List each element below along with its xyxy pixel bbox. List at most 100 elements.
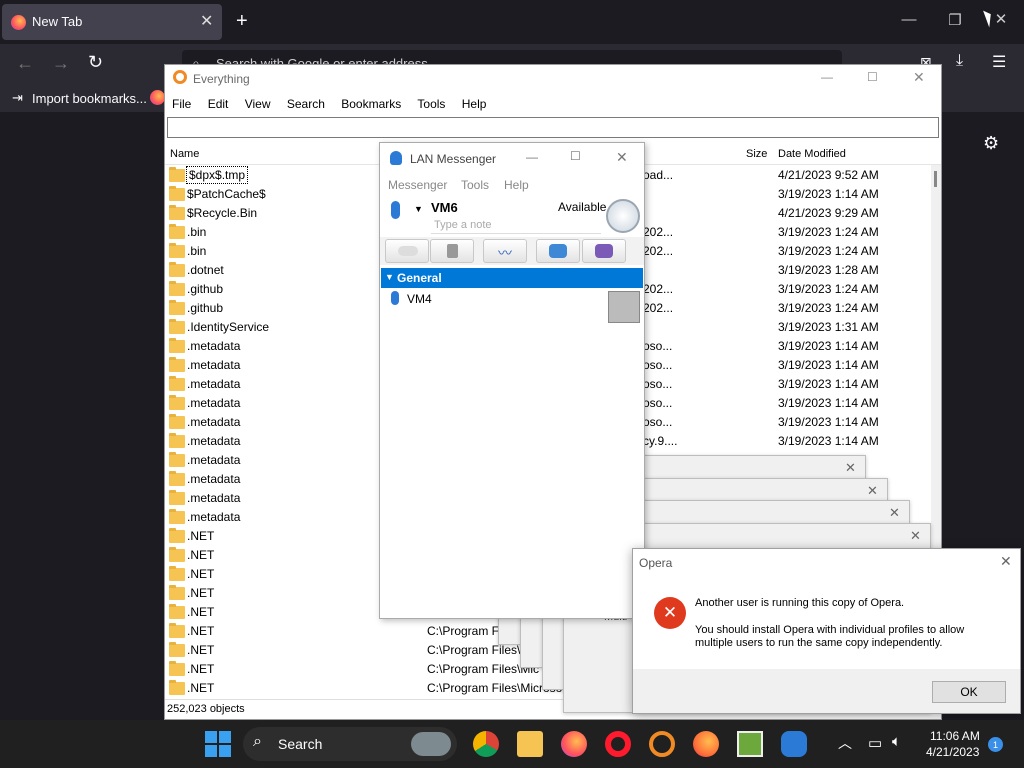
gear-icon[interactable]: ⚙ — [983, 133, 999, 154]
note-input[interactable]: Type a note — [431, 219, 601, 234]
file-name: .metadata — [187, 396, 241, 410]
expand-arrow-icon[interactable]: ▼ — [385, 272, 394, 282]
file-path: 202... — [643, 225, 674, 239]
maximize-icon[interactable]: ☐ — [867, 70, 878, 84]
group-button[interactable] — [582, 239, 626, 263]
file-path: oad... — [643, 168, 674, 182]
taskbar-search[interactable]: ⌕ Search — [243, 727, 457, 761]
download-icon[interactable]: ⤓ — [956, 52, 963, 70]
chart-app-icon[interactable] — [737, 731, 763, 757]
firefox-bookmark-icon[interactable] — [150, 90, 165, 105]
folder-icon — [169, 376, 185, 391]
folder-icon — [169, 604, 185, 619]
contact-vm4[interactable]: VM4 — [381, 289, 643, 323]
close-icon[interactable]: ✕ — [616, 149, 628, 166]
folder-icon — [169, 319, 185, 334]
close-icon[interactable]: ✕ — [889, 505, 900, 521]
network-icon[interactable]: ▭ — [868, 734, 882, 752]
file-name: .metadata — [187, 472, 241, 486]
close-icon[interactable]: ✕ — [1000, 553, 1012, 570]
close-icon[interactable]: ✕ — [910, 528, 921, 544]
status-dropdown-icon[interactable]: ▼ — [414, 204, 423, 214]
menu-edit[interactable]: Edit — [208, 97, 229, 111]
column-name[interactable]: Name — [170, 148, 199, 160]
object-count: 252,023 objects — [167, 703, 245, 715]
menu-hamburger-icon[interactable]: ☰ — [992, 52, 1006, 72]
forward-arrow-icon[interactable]: → — [52, 53, 70, 74]
close-icon[interactable]: ✕ — [867, 483, 878, 499]
file-name: .metadata — [187, 510, 241, 524]
menu-view[interactable]: View — [245, 97, 271, 111]
clock-date[interactable]: 4/21/2023 — [926, 745, 979, 759]
column-date-modified[interactable]: Date Modified — [778, 148, 846, 160]
maximize-browser-icon[interactable]: ❐ — [932, 11, 978, 29]
close-icon[interactable]: ✕ — [913, 69, 925, 86]
firefox-icon[interactable] — [561, 731, 587, 757]
broadcast-icon: 〰 — [498, 245, 512, 261]
opera-icon[interactable] — [605, 731, 631, 757]
lan-title: LAN Messenger — [410, 152, 497, 166]
tab-title: New Tab — [32, 14, 83, 29]
volume-icon[interactable]: 🔈︎ — [892, 733, 901, 750]
file-name: .bin — [187, 225, 207, 239]
everything-search-input[interactable] — [167, 117, 939, 138]
close-icon[interactable]: ✕ — [845, 460, 856, 476]
menu-help[interactable]: Help — [462, 97, 487, 111]
menu-tools[interactable]: Tools — [461, 178, 489, 192]
clock-time[interactable]: 11:06 AM — [930, 729, 980, 743]
import-bookmarks-link[interactable]: Import bookmarks... — [32, 91, 147, 106]
file-path: C:\Program F — [427, 624, 500, 638]
tab-close-icon[interactable]: ✕ — [200, 11, 213, 31]
chevron-up-icon[interactable]: ︿ — [838, 733, 852, 753]
minimize-icon[interactable]: — — [821, 70, 833, 84]
availability-status[interactable]: Available — [558, 200, 606, 214]
reload-icon[interactable]: ↻ — [88, 52, 103, 73]
file-date: 3/19/2023 1:14 AM — [778, 434, 879, 448]
menu-tools[interactable]: Tools — [417, 97, 445, 111]
add-user-button[interactable] — [536, 239, 580, 263]
chrome-icon[interactable] — [473, 731, 499, 757]
menu-search[interactable]: Search — [287, 97, 325, 111]
scrollbar-thumb[interactable] — [934, 171, 937, 187]
file-path: oso... — [643, 358, 673, 372]
group-general[interactable]: ▼ General — [381, 268, 643, 288]
file-date: 3/19/2023 1:24 AM — [778, 244, 879, 258]
everything-icon[interactable] — [649, 731, 675, 757]
avatar[interactable] — [606, 199, 640, 233]
file-explorer-icon[interactable] — [517, 731, 543, 757]
firefox-icon[interactable] — [693, 731, 719, 757]
back-arrow-icon[interactable]: ← — [16, 53, 34, 74]
menu-messenger[interactable]: Messenger — [388, 178, 447, 192]
column-size[interactable]: Size — [746, 148, 767, 160]
broadcast-button[interactable]: 〰 — [483, 239, 527, 263]
file-name: .dotnet — [187, 263, 224, 277]
file-name: .metadata — [187, 358, 241, 372]
menu-file[interactable]: File — [172, 97, 191, 111]
minimize-browser-icon[interactable]: — — [886, 11, 932, 28]
folder-icon — [169, 433, 185, 448]
menu-bookmarks[interactable]: Bookmarks — [341, 97, 401, 111]
everything-titlebar: Everything — ☐ ✕ — [165, 65, 941, 93]
tab-new-tab[interactable]: New Tab ✕ — [2, 4, 222, 40]
maximize-icon[interactable]: ☐ — [570, 149, 581, 163]
user-status-icon[interactable] — [391, 201, 400, 219]
start-button[interactable] — [205, 731, 231, 757]
import-icon: ⇥ — [12, 90, 23, 105]
minimize-icon[interactable]: — — [526, 150, 538, 164]
menu-help[interactable]: Help — [504, 178, 529, 192]
opera-error-dialog: Opera ✕ ✕ Another user is running this c… — [632, 548, 1021, 714]
file-date: 3/19/2023 1:28 AM — [778, 263, 879, 277]
search-label: Search — [278, 736, 323, 752]
file-date: 3/19/2023 1:14 AM — [778, 377, 879, 391]
file-button[interactable] — [430, 239, 474, 263]
chat-button[interactable] — [385, 239, 429, 263]
new-tab-icon[interactable]: + — [236, 10, 248, 33]
error-message: Another user is running this copy of Ope… — [695, 597, 905, 609]
contact-status-icon — [391, 291, 399, 305]
lan-messenger-icon[interactable] — [781, 731, 807, 757]
lan-messenger-window: LAN Messenger — ☐ ✕ Messenger Tools Help… — [379, 142, 645, 619]
notification-badge[interactable]: 1 — [988, 737, 1003, 752]
ok-button[interactable]: OK — [932, 681, 1006, 703]
folder-icon — [169, 338, 185, 353]
file-icon — [447, 244, 458, 258]
